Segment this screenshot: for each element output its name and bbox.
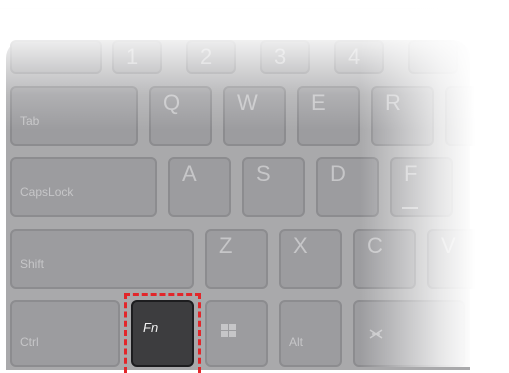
key-backtick[interactable] [10, 40, 102, 74]
windows-icon [221, 324, 237, 338]
key-s[interactable]: S [242, 157, 305, 217]
top-divider [0, 8, 509, 9]
key-v[interactable]: V [427, 229, 490, 289]
key-t[interactable] [445, 86, 508, 146]
key-capslock[interactable]: CapsLock [10, 157, 157, 217]
key-alt[interactable]: Alt [279, 300, 342, 367]
key-windows[interactable] [205, 300, 268, 367]
key-f[interactable]: F [390, 157, 453, 217]
key-c[interactable]: C [353, 229, 416, 289]
key-4[interactable]: 4 [334, 40, 384, 74]
key-1[interactable]: 1 [112, 40, 162, 74]
key-x[interactable]: X [279, 229, 342, 289]
key-w[interactable]: W [223, 86, 286, 146]
key-2[interactable]: 2 [186, 40, 236, 74]
fn-key-highlight [124, 293, 201, 373]
key-e[interactable]: E [297, 86, 360, 146]
key-tab[interactable]: Tab [10, 86, 138, 146]
home-key-bump [402, 207, 418, 209]
key-5[interactable] [408, 40, 458, 74]
key-r[interactable]: R [371, 86, 434, 146]
key-3[interactable]: 3 [260, 40, 310, 74]
key-ctrl[interactable]: Ctrl [10, 300, 120, 367]
key-z[interactable]: Z [205, 229, 268, 289]
key-shift[interactable]: Shift [10, 229, 194, 289]
key-d[interactable]: D [316, 157, 379, 217]
key-q[interactable]: Q [149, 86, 212, 146]
key-a[interactable]: A [168, 157, 231, 217]
mute-icon [369, 329, 383, 339]
key-mute[interactable] [353, 300, 465, 367]
